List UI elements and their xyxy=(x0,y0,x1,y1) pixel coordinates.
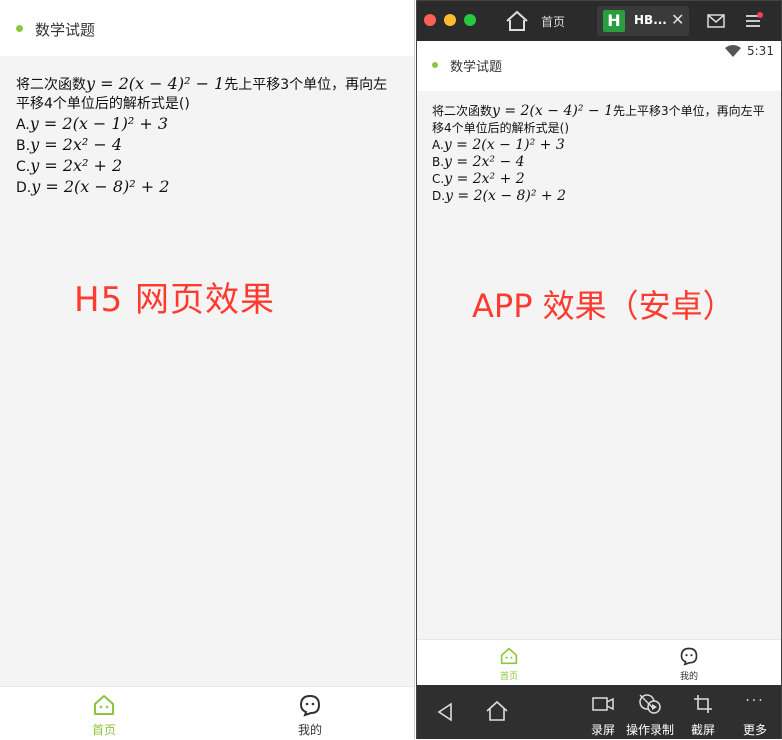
profile-face-icon xyxy=(680,647,698,666)
question-stem: 将二次函数y = 2(x − 4)² − 1先上平移3个单位，再向左平移4个单位… xyxy=(432,103,772,137)
back-button[interactable] xyxy=(427,685,463,739)
option-formula: y = 2x² + 2 xyxy=(444,171,525,187)
record-screen-label: 录屏 xyxy=(590,723,615,737)
tab-home[interactable]: 首页 xyxy=(44,687,164,740)
maximize-window-button[interactable] xyxy=(464,14,476,26)
option-d[interactable]: D.y = 2(x − 8)² + 2 xyxy=(16,177,401,198)
option-c[interactable]: C.y = 2x² + 2 xyxy=(432,171,772,188)
record-operation-button[interactable]: 操作录制 xyxy=(623,685,677,739)
record-screen-button[interactable]: 录屏 xyxy=(583,685,623,739)
record-operation-icon xyxy=(639,694,661,714)
question-formula: y = 2(x − 4)² − 1 xyxy=(492,103,613,119)
emulator-title-bar: 首页 H HB... ✕ xyxy=(417,1,781,41)
tab-home-label: 首页 xyxy=(499,672,518,682)
option-b[interactable]: B.y = 2x² − 4 xyxy=(16,135,401,156)
question-prefix: 将二次函数 xyxy=(432,104,493,118)
h5-preview-panel: 数学试题 将二次函数y = 2(x − 4)² − 1先上平移3个单位，再向左平… xyxy=(0,0,415,739)
tab-mine-label: 我的 xyxy=(679,672,698,682)
option-c[interactable]: C.y = 2x² + 2 xyxy=(16,156,401,177)
home-tab-label: 首页 xyxy=(541,15,566,29)
close-window-button[interactable] xyxy=(424,14,436,26)
option-formula: y = 2x² − 4 xyxy=(444,154,525,170)
menu-icon[interactable] xyxy=(744,12,764,30)
android-emulator-window: 首页 H HB... ✕ 数学试题 5:31 将二次函数y = 2(x − 4)… xyxy=(416,0,782,739)
app-logo: H xyxy=(603,10,625,32)
home-icon xyxy=(486,700,508,721)
app-page-header: 数学试题 5:31 xyxy=(417,41,781,91)
option-label: B. xyxy=(432,155,445,169)
more-button[interactable]: ··· 更多 xyxy=(735,685,775,739)
option-label: C. xyxy=(16,159,31,175)
emulator-toolbar: 录屏 操作录制 截屏 ··· 更多 xyxy=(417,685,781,739)
question-stem: 将二次函数y = 2(x − 4)² − 1先上平移3个单位，再向左平移4个单位… xyxy=(16,74,401,114)
home-button[interactable] xyxy=(479,685,515,739)
question-formula: y = 2(x − 4)² − 1 xyxy=(86,74,225,93)
option-label: A. xyxy=(16,117,30,133)
status-dot xyxy=(16,25,23,32)
close-icon[interactable]: ✕ xyxy=(671,10,684,29)
more-icon: ··· xyxy=(745,693,765,709)
page-title: 数学试题 xyxy=(35,21,96,39)
option-label: D. xyxy=(16,180,32,196)
h5-caption: H5 网页效果 xyxy=(74,280,276,320)
option-a[interactable]: A.y = 2(x − 1)² + 3 xyxy=(16,114,401,135)
option-label: D. xyxy=(432,189,446,203)
option-formula: y = 2(x − 1)² + 3 xyxy=(443,137,565,153)
question-body: 将二次函数y = 2(x − 4)² − 1先上平移3个单位，再向左平移4个单位… xyxy=(16,74,401,198)
option-formula: y = 2(x − 8)² + 2 xyxy=(31,177,170,196)
crop-icon xyxy=(694,695,712,713)
bottom-tab-bar: 首页 我的 xyxy=(0,686,414,739)
option-label: C. xyxy=(432,172,445,186)
option-formula: y = 2x² − 4 xyxy=(30,135,123,154)
app-caption: APP 效果（安卓） xyxy=(472,287,735,325)
app-bottom-tab-bar: 首页 我的 xyxy=(417,639,781,685)
app-question-body: 将二次函数y = 2(x − 4)² − 1先上平移3个单位，再向左平移4个单位… xyxy=(432,103,772,205)
mail-icon[interactable] xyxy=(707,14,725,28)
question-prefix: 将二次函数 xyxy=(16,77,86,93)
option-label: A. xyxy=(432,138,444,152)
home-face-icon xyxy=(500,647,518,665)
option-d[interactable]: D.y = 2(x − 8)² + 2 xyxy=(432,188,772,205)
app-tab-label: HB... xyxy=(634,13,667,27)
option-a[interactable]: A.y = 2(x − 1)² + 3 xyxy=(432,137,772,154)
option-formula: y = 2x² + 2 xyxy=(30,156,123,175)
minimize-window-button[interactable] xyxy=(444,14,456,26)
tab-mine[interactable]: 我的 xyxy=(639,640,739,686)
status-time: 5:31 xyxy=(747,44,774,58)
wifi-icon xyxy=(725,45,741,57)
tab-home-label: 首页 xyxy=(91,723,116,737)
tab-mine-label: 我的 xyxy=(297,723,322,737)
more-label: 更多 xyxy=(742,723,767,737)
page-header: 数学试题 xyxy=(0,0,414,56)
record-operation-label: 操作录制 xyxy=(625,723,674,737)
video-camera-icon xyxy=(592,697,614,711)
home-face-icon xyxy=(94,695,114,715)
profile-face-icon xyxy=(299,694,321,717)
tab-emulator-home[interactable]: 首页 xyxy=(505,7,605,35)
option-formula: y = 2(x − 8)² + 2 xyxy=(445,188,567,204)
back-icon xyxy=(437,702,452,722)
status-dot xyxy=(432,62,438,68)
app-page-title: 数学试题 xyxy=(450,60,503,75)
option-formula: y = 2(x − 1)² + 3 xyxy=(29,114,169,133)
home-icon xyxy=(506,10,528,31)
tab-app[interactable]: H HB... ✕ xyxy=(597,6,689,36)
option-b[interactable]: B.y = 2x² − 4 xyxy=(432,154,772,171)
tab-home[interactable]: 首页 xyxy=(459,640,559,686)
screenshot-label: 截屏 xyxy=(690,723,715,737)
option-label: B. xyxy=(16,138,31,154)
screenshot-button[interactable]: 截屏 xyxy=(683,685,723,739)
tab-mine[interactable]: 我的 xyxy=(250,687,370,740)
